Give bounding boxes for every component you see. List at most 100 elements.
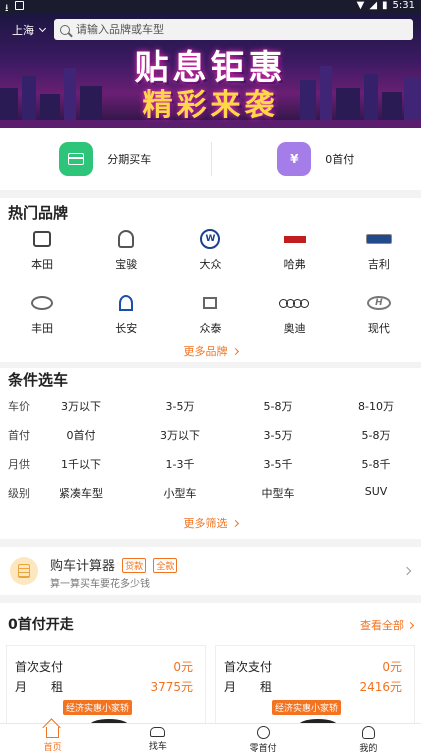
condition-option[interactable]: 8-10万 <box>331 398 421 414</box>
section-divider <box>0 595 421 603</box>
chevron-right-icon <box>406 621 415 630</box>
tab-find-car[interactable]: 找车 <box>105 724 210 755</box>
offer-badge: 经济实惠小家轿 <box>272 700 342 715</box>
car-icon <box>150 727 166 737</box>
offer-badge: 经济实惠小家轿 <box>63 700 133 715</box>
yen-icon: ¥ <box>277 142 312 176</box>
brand-item-changan[interactable]: 长安 <box>84 290 168 344</box>
condition-option[interactable]: 0首付 <box>36 427 126 443</box>
condition-row-monthly: 月供 1千以下 1-3千 3-5千 5-8千 <box>0 453 421 473</box>
zotye-logo <box>203 297 218 309</box>
brand-name: 丰田 <box>31 322 54 335</box>
calculator-icon <box>10 557 38 585</box>
condition-option[interactable]: 中型车 <box>233 485 323 501</box>
brand-item-geely[interactable]: 吉利 <box>337 226 421 280</box>
brand-grid: 本田 宝骏 W 大众 哈弗 吉利 丰田 长安 众泰 奥迪 H 现代 <box>0 226 421 344</box>
view-all-link[interactable]: 查看全部 <box>360 617 415 633</box>
honda-logo <box>33 231 52 247</box>
condition-option[interactable]: SUV <box>331 485 421 498</box>
rent-label: 月 租 <box>224 680 273 694</box>
condition-row-price: 车价 3万以下 3-5万 5-8万 8-10万 <box>0 395 421 415</box>
search-bar[interactable] <box>54 19 413 40</box>
search-icon <box>60 24 70 35</box>
condition-option[interactable]: 5-8万 <box>331 427 421 443</box>
entry-label: 0首付 <box>325 153 355 166</box>
tab-zero-down[interactable]: 零首付 <box>211 724 316 755</box>
brand-item-baojun[interactable]: 宝骏 <box>84 226 168 280</box>
image-icon <box>14 1 24 10</box>
car-calculator-entry[interactable]: 购车计算器 贷款 全款 算一算买车要花多少钱 <box>0 547 421 595</box>
status-time: 5:31 <box>392 0 415 11</box>
brand-item-zotye[interactable]: 众泰 <box>168 290 252 344</box>
brand-item-haval[interactable]: 哈弗 <box>253 226 337 280</box>
condition-option[interactable]: 1-3千 <box>135 456 225 472</box>
brand-item-honda[interactable]: 本田 <box>0 226 84 280</box>
hot-brands-title: 热门品牌 <box>8 204 69 222</box>
brand-item-toyota[interactable]: 丰田 <box>0 290 84 344</box>
battery-icon: ▮ <box>382 0 388 11</box>
condition-option[interactable]: 3万以下 <box>135 427 225 443</box>
hyundai-logo: H <box>366 296 391 310</box>
brand-item-volkswagen[interactable]: W 大众 <box>168 226 252 280</box>
condition-row-down-payment: 首付 0首付 3万以下 3-5万 5-8万 <box>0 424 421 444</box>
condition-option[interactable]: 3万以下 <box>36 398 126 414</box>
section-divider <box>0 362 421 368</box>
tab-mine[interactable]: 我的 <box>316 724 421 755</box>
more-filters-label: 更多筛选 <box>183 517 228 530</box>
rent-value: 2416元 <box>359 680 402 694</box>
condition-option[interactable]: 小型车 <box>135 485 225 501</box>
tab-label: 我的 <box>359 743 378 754</box>
view-all-label: 查看全部 <box>360 619 404 632</box>
condition-label: 级别 <box>8 487 30 500</box>
section-divider <box>0 539 421 547</box>
first-pay-row: 首次支付 0元 <box>224 658 402 675</box>
calculator-subtitle: 算一算买车要花多少钱 <box>50 579 150 590</box>
tab-home[interactable]: 首页 <box>0 724 105 755</box>
brand-item-hyundai[interactable]: H 现代 <box>337 290 421 344</box>
chevron-right-icon <box>231 347 239 356</box>
rent-label: 月 租 <box>15 680 64 694</box>
brand-item-audi[interactable]: 奥迪 <box>253 290 337 344</box>
full-payment-tag: 全款 <box>153 558 178 573</box>
brand-name: 现代 <box>367 322 390 335</box>
status-bar: ⭳ ▼ ◢ ▮ 5:31 <box>0 0 421 14</box>
brand-name: 宝骏 <box>115 258 138 271</box>
rent-row: 月 租 2416元 <box>224 678 402 695</box>
condition-option[interactable]: 3-5万 <box>233 427 323 443</box>
brand-name: 哈弗 <box>283 258 306 271</box>
condition-option[interactable]: 紧凑车型 <box>36 485 126 501</box>
top-bar: 上海 <box>0 14 421 46</box>
offer-card[interactable]: 首次支付 0元 月 租 2416元 经济实惠小家轿 <box>215 645 415 723</box>
condition-option[interactable]: 1千以下 <box>36 456 126 472</box>
loan-tag: 贷款 <box>122 558 147 573</box>
brand-name: 奥迪 <box>283 322 306 335</box>
search-input[interactable] <box>76 23 396 36</box>
calculator-title: 购车计算器 贷款 全款 <box>50 555 178 574</box>
city-name: 上海 <box>12 24 34 37</box>
more-brands-link[interactable]: 更多品牌 <box>0 343 421 359</box>
calculator-title-text: 购车计算器 <box>50 559 116 574</box>
condition-option[interactable]: 3-5万 <box>135 398 225 414</box>
brand-name: 众泰 <box>199 322 222 335</box>
signal-icon: ◢ <box>369 0 378 11</box>
condition-option[interactable]: 3-5千 <box>233 456 323 472</box>
user-icon <box>361 725 375 739</box>
tab-label: 找车 <box>148 742 167 752</box>
brand-name: 本田 <box>31 258 54 271</box>
city-selector[interactable]: 上海 <box>12 22 47 38</box>
condition-label: 车价 <box>8 400 30 413</box>
zero-down-entry[interactable]: ¥ 0首付 <box>210 128 421 190</box>
haval-logo <box>283 235 306 243</box>
toyota-logo <box>31 296 54 310</box>
zero-down-title: 0首付开走 <box>8 617 74 633</box>
entry-label: 分期买车 <box>107 153 152 166</box>
condition-option[interactable]: 5-8千 <box>331 456 421 472</box>
first-pay-value: 0元 <box>382 660 402 674</box>
installment-purchase-entry[interactable]: 分期买车 <box>0 128 211 190</box>
brand-name: 长安 <box>115 322 138 335</box>
offer-card[interactable]: 首次支付 0元 月 租 3775元 经济实惠小家轿 <box>6 645 206 723</box>
bottom-tab-bar: 首页 找车 零首付 我的 <box>0 723 421 755</box>
geely-logo <box>365 234 392 244</box>
condition-option[interactable]: 5-8万 <box>233 398 323 414</box>
more-filters-link[interactable]: 更多筛选 <box>0 515 421 531</box>
